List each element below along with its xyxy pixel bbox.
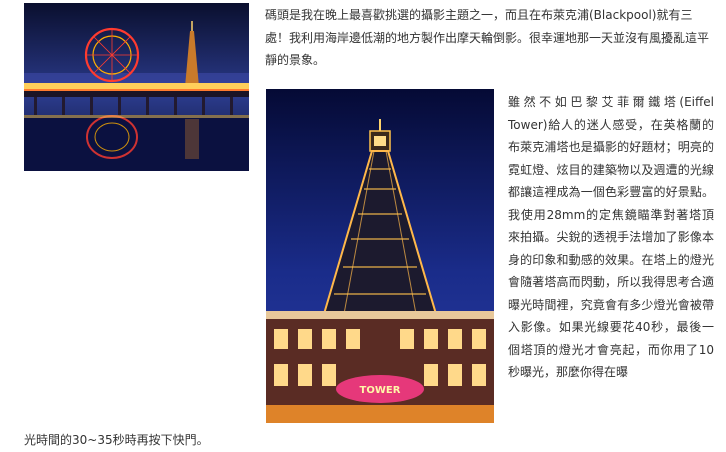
paragraph-blackpool-tower: 雖然不如巴黎艾菲爾鐵塔(Eiffel Tower)給人的迷人感受，在英格蘭的布萊…: [508, 95, 714, 379]
tower-photo-svg: TOWER: [266, 89, 494, 423]
paragraph-pier-intro: 碼頭是我在晚上最喜歡挑選的攝影主題之一，而且在布萊克浦(Blackpool)就有…: [265, 8, 710, 67]
blackpool-tower-photo: TOWER: [266, 89, 494, 423]
ferris-wheel: [84, 27, 140, 83]
paragraph-exposure-tip: 光時間的30~35秒時再按下快門。: [24, 433, 209, 447]
tower-sign-text: TOWER: [360, 385, 401, 396]
pier-photo-svg: [24, 3, 249, 171]
pier-ferris-wheel-photo: [24, 3, 249, 171]
